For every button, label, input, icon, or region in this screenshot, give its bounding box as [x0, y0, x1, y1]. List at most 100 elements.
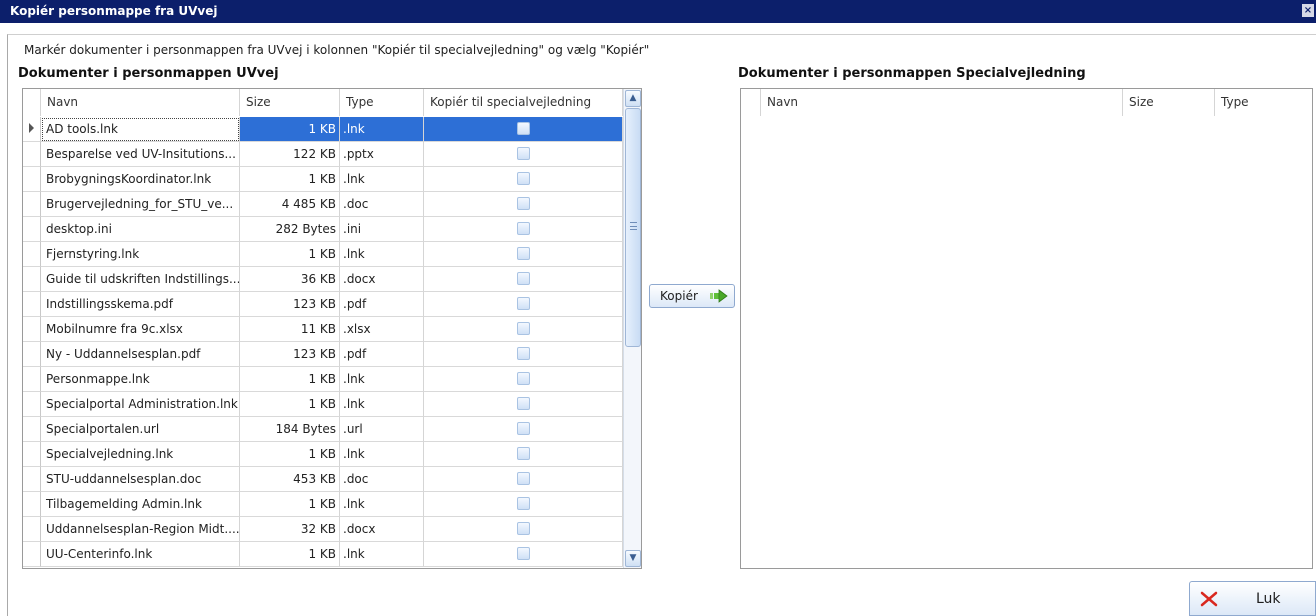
scroll-up-icon[interactable]: ▲: [625, 90, 641, 107]
cell-name[interactable]: Ny - Uddannelsesplan.pdf: [41, 342, 240, 367]
cell-copy-checkbox[interactable]: [424, 467, 623, 492]
column-header-name[interactable]: Navn: [761, 89, 1123, 116]
cell-copy-checkbox[interactable]: [424, 492, 623, 517]
window-close-icon[interactable]: ×: [1302, 4, 1314, 17]
copy-checkbox[interactable]: [516, 397, 530, 410]
cell-name[interactable]: Indstillingsskema.pdf: [41, 292, 240, 317]
column-header-name[interactable]: Navn: [41, 89, 240, 116]
copy-checkbox[interactable]: [516, 497, 530, 510]
cell-name[interactable]: Mobilnumre fra 9c.xlsx: [41, 317, 240, 342]
row-header[interactable]: [23, 392, 41, 417]
row-header[interactable]: [23, 467, 41, 492]
copy-checkbox[interactable]: [516, 172, 530, 185]
copy-checkbox[interactable]: [516, 447, 530, 460]
copy-checkbox[interactable]: [516, 372, 530, 385]
cell-copy-checkbox[interactable]: [424, 117, 623, 142]
row-header[interactable]: [23, 242, 41, 267]
cell-copy-checkbox[interactable]: [424, 142, 623, 167]
column-header-size[interactable]: Size: [1123, 89, 1215, 116]
column-header-size[interactable]: Size: [240, 89, 340, 116]
table-row[interactable]: Fjernstyring.lnk 1 KB .lnk: [23, 242, 623, 267]
copy-checkbox[interactable]: [516, 472, 530, 485]
copy-checkbox[interactable]: [516, 272, 530, 285]
cell-name[interactable]: Personmappe.lnk: [41, 367, 240, 392]
cell-copy-checkbox[interactable]: [424, 417, 623, 442]
cell-name[interactable]: desktop.ini: [41, 217, 240, 242]
table-row[interactable]: Uddannelsesplan-Region Midt.... 32 KB .doc…: [23, 517, 623, 542]
row-header[interactable]: [23, 342, 41, 367]
table-row[interactable]: Brugervejledning_for_STU_ve... 4 485 KB .d…: [23, 192, 623, 217]
cell-name[interactable]: UU-Centerinfo.lnk: [41, 542, 240, 567]
table-row[interactable]: Ny - Uddannelsesplan.pdf 123 KB .pdf: [23, 342, 623, 367]
row-header[interactable]: [23, 317, 41, 342]
row-header[interactable]: [23, 192, 41, 217]
cell-copy-checkbox[interactable]: [424, 242, 623, 267]
cell-name[interactable]: Specialvejledning.lnk: [41, 442, 240, 467]
copy-checkbox[interactable]: [516, 422, 530, 435]
cell-copy-checkbox[interactable]: [424, 217, 623, 242]
cell-name[interactable]: Specialportalen.url: [41, 417, 240, 442]
cell-copy-checkbox[interactable]: [424, 267, 623, 292]
source-documents-grid[interactable]: Navn Size Type Kopiér til specialvejledn…: [22, 88, 642, 569]
copy-checkbox[interactable]: [516, 147, 530, 160]
close-button[interactable]: Luk: [1189, 581, 1316, 616]
cell-name[interactable]: AD tools.lnk: [41, 117, 240, 142]
cell-copy-checkbox[interactable]: [424, 392, 623, 417]
cell-copy-checkbox[interactable]: [424, 442, 623, 467]
table-row[interactable]: Personmappe.lnk 1 KB .lnk: [23, 367, 623, 392]
row-header[interactable]: [23, 367, 41, 392]
cell-copy-checkbox[interactable]: [424, 367, 623, 392]
column-header-type[interactable]: Type: [1215, 89, 1312, 116]
table-row[interactable]: Specialportal Administration.lnk 1 KB .lnk: [23, 392, 623, 417]
copy-checkbox[interactable]: [516, 347, 530, 360]
row-header[interactable]: [23, 142, 41, 167]
row-header[interactable]: [23, 292, 41, 317]
row-header[interactable]: [23, 492, 41, 517]
copy-checkbox[interactable]: [516, 222, 530, 235]
copy-checkbox[interactable]: [516, 122, 530, 135]
copy-checkbox[interactable]: [516, 547, 530, 560]
vertical-scrollbar[interactable]: ▲ ▼: [623, 89, 641, 568]
cell-name[interactable]: Besparelse ved UV-Insitutions...: [41, 142, 240, 167]
cell-name[interactable]: BrobygningsKoordinator.lnk: [41, 167, 240, 192]
cell-name[interactable]: Uddannelsesplan-Region Midt....: [41, 517, 240, 542]
copy-button[interactable]: Kopiér: [649, 284, 735, 308]
row-header[interactable]: [23, 517, 41, 542]
cell-name[interactable]: Brugervejledning_for_STU_ve...: [41, 192, 240, 217]
cell-name[interactable]: Specialportal Administration.lnk: [41, 392, 240, 417]
table-row[interactable]: AD tools.lnk 1 KB .lnk: [23, 117, 623, 142]
cell-copy-checkbox[interactable]: [424, 517, 623, 542]
target-documents-grid[interactable]: Navn Size Type: [740, 88, 1313, 569]
table-row[interactable]: STU-uddannelsesplan.doc 453 KB .doc: [23, 467, 623, 492]
cell-name[interactable]: Guide til udskriften Indstillings...: [41, 267, 240, 292]
row-header[interactable]: [23, 542, 41, 567]
row-header[interactable]: [23, 442, 41, 467]
cell-copy-checkbox[interactable]: [424, 292, 623, 317]
copy-checkbox[interactable]: [516, 297, 530, 310]
copy-checkbox[interactable]: [516, 197, 530, 210]
table-row[interactable]: BrobygningsKoordinator.lnk 1 KB .lnk: [23, 167, 623, 192]
scroll-thumb[interactable]: [625, 108, 641, 347]
row-header[interactable]: [23, 267, 41, 292]
table-row[interactable]: Mobilnumre fra 9c.xlsx 11 KB .xlsx: [23, 317, 623, 342]
table-row[interactable]: Tilbagemelding Admin.lnk 1 KB .lnk: [23, 492, 623, 517]
row-header[interactable]: [23, 117, 41, 142]
table-row[interactable]: UU-Centerinfo.lnk 1 KB .lnk: [23, 542, 623, 567]
copy-checkbox[interactable]: [516, 522, 530, 535]
table-row[interactable]: Guide til udskriften Indstillings... 36 K…: [23, 267, 623, 292]
copy-checkbox[interactable]: [516, 247, 530, 260]
row-header[interactable]: [23, 217, 41, 242]
cell-copy-checkbox[interactable]: [424, 192, 623, 217]
row-header[interactable]: [23, 167, 41, 192]
row-header[interactable]: [23, 417, 41, 442]
cell-name[interactable]: Tilbagemelding Admin.lnk: [41, 492, 240, 517]
copy-checkbox[interactable]: [516, 322, 530, 335]
column-header-type[interactable]: Type: [340, 89, 424, 116]
table-row[interactable]: Indstillingsskema.pdf 123 KB .pdf: [23, 292, 623, 317]
cell-name[interactable]: Fjernstyring.lnk: [41, 242, 240, 267]
column-header-copy[interactable]: Kopiér til specialvejledning: [424, 89, 623, 116]
cell-copy-checkbox[interactable]: [424, 542, 623, 567]
table-row[interactable]: desktop.ini 282 Bytes .ini: [23, 217, 623, 242]
cell-copy-checkbox[interactable]: [424, 317, 623, 342]
table-row[interactable]: Specialportalen.url 184 Bytes .url: [23, 417, 623, 442]
